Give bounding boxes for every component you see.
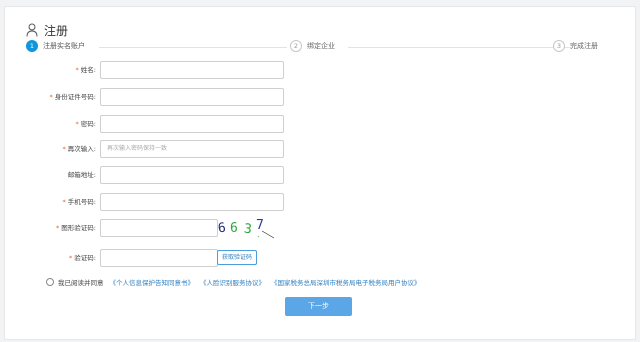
- page-title: 注册: [44, 23, 69, 38]
- password-input[interactable]: [100, 115, 284, 133]
- agreement-row: 我已阅读并同意 《个人信息保护告知同意书》 《人脸识别服务协议》 《国家税务总局…: [46, 276, 421, 288]
- required-mark: *: [49, 93, 53, 101]
- captcha-image[interactable]: 6 6 3 7: [214, 217, 276, 239]
- email-label: 邮箱地址:: [67, 171, 96, 179]
- phone-label: * 手机号码:: [63, 193, 96, 211]
- phone-row: * 手机号码:: [0, 193, 640, 211]
- password-row: * 密码:: [0, 115, 640, 133]
- next-step-button[interactable]: 下一步: [285, 297, 352, 316]
- privacy-consent-link[interactable]: 《个人信息保护告知同意书》: [110, 277, 195, 287]
- password-label-text: 密码:: [80, 120, 96, 128]
- step-line: [99, 47, 287, 48]
- required-mark: *: [75, 120, 79, 128]
- captcha-label-text: 图形验证码:: [61, 224, 96, 232]
- captcha-char-1: 6: [217, 221, 227, 237]
- id-label: * 身份证件号码:: [50, 88, 96, 106]
- email-row: 邮箱地址:: [0, 166, 640, 184]
- required-mark: *: [62, 145, 66, 153]
- confirm-label: * 再次输入:: [63, 140, 96, 158]
- id-number-input[interactable]: [100, 88, 284, 106]
- captcha-char-2: 6: [230, 221, 238, 236]
- agreement-prefix: 我已阅读并同意: [58, 279, 104, 287]
- name-row: * 姓名:: [0, 61, 640, 79]
- step-1-label: 注册实名账户: [43, 42, 85, 50]
- step-line: [348, 47, 572, 48]
- password-label: * 密码:: [76, 115, 96, 133]
- step-2: 2 绑定企业: [290, 40, 335, 52]
- step-3: 3 完成注册: [553, 40, 598, 52]
- step-3-label: 完成注册: [570, 42, 598, 50]
- confirm-row: * 再次输入: 再次输入密码保持一致: [0, 140, 640, 158]
- required-mark: *: [62, 198, 66, 206]
- user-icon: [26, 23, 38, 37]
- captcha-row: * 图形验证码: 6 6 3 7: [0, 217, 640, 239]
- step-3-number: 3: [553, 40, 565, 52]
- name-label: * 姓名:: [76, 61, 96, 79]
- get-code-button[interactable]: 获取验证码: [217, 250, 258, 265]
- email-input[interactable]: [100, 166, 284, 184]
- page-header: 注册: [26, 20, 68, 40]
- name-input[interactable]: [100, 61, 284, 79]
- step-2-number: 2: [290, 40, 302, 52]
- phone-input[interactable]: [100, 193, 284, 211]
- step-1: 1 注册实名账户: [26, 40, 85, 52]
- id-row: * 身份证件号码:: [0, 88, 640, 106]
- captcha-input[interactable]: [100, 219, 218, 237]
- sms-label: * 验证码:: [69, 249, 96, 267]
- required-mark: *: [75, 66, 79, 74]
- required-mark: *: [56, 224, 60, 232]
- face-recognition-link[interactable]: 《人脸识别服务协议》: [200, 277, 265, 287]
- id-label-text: 身份证件号码:: [54, 93, 96, 101]
- confirm-password-input[interactable]: 再次输入密码保持一致: [100, 140, 284, 158]
- captcha-char-3: 3: [243, 222, 252, 238]
- step-2-label: 绑定企业: [307, 42, 335, 50]
- sms-code-input[interactable]: [100, 249, 218, 267]
- agreement-radio[interactable]: [46, 278, 54, 286]
- sms-label-text: 验证码:: [74, 254, 96, 262]
- captcha-label: * 图形验证码:: [56, 219, 96, 237]
- user-agreement-link[interactable]: 《国家税务总局深圳市税务局电子税务局用户协议》: [271, 277, 421, 287]
- step-1-number: 1: [26, 40, 38, 52]
- sms-row: * 验证码: 获取验证码: [0, 249, 640, 267]
- step-indicator: 1 注册实名账户 2 绑定企业 3 完成注册: [26, 40, 606, 56]
- required-mark: *: [69, 254, 73, 262]
- phone-label-text: 手机号码:: [67, 198, 96, 206]
- captcha-char-4: 7: [256, 218, 264, 233]
- name-label-text: 姓名:: [80, 66, 96, 74]
- confirm-label-text: 再次输入:: [67, 145, 96, 153]
